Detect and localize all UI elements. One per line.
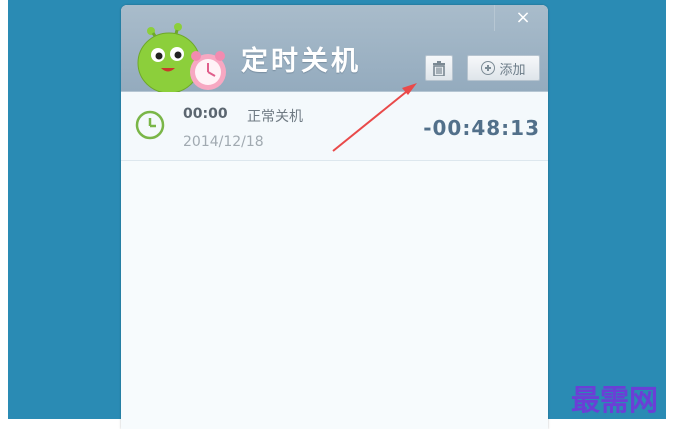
plus-circle-icon [481,61,496,75]
close-divider [494,5,495,31]
task-action: 正常关机 [247,109,303,125]
countdown-timer: -00:48:13 [423,116,540,140]
close-icon: × [515,7,531,28]
task-time: 00:00 [183,106,228,122]
watermark: 最需网 [571,383,659,417]
task-date: 2014/12/18 [183,134,264,150]
clock-icon [135,110,165,140]
timer-shutdown-window: × 定时关机 添加 00:00 正常关机 2014/12/18 -00:48:1… [121,5,548,429]
trash-icon [433,60,445,76]
window-title: 定时关机 [241,46,361,77]
mascot-clock-icon [137,23,226,93]
title-bar: × 定时关机 添加 [121,5,548,93]
delete-button[interactable] [425,55,453,81]
close-button[interactable]: × [510,7,536,29]
task-row[interactable]: 00:00 正常关机 2014/12/18 -00:48:13 [121,92,548,161]
add-button[interactable]: 添加 [467,55,540,81]
add-button-label: 添加 [499,62,526,78]
